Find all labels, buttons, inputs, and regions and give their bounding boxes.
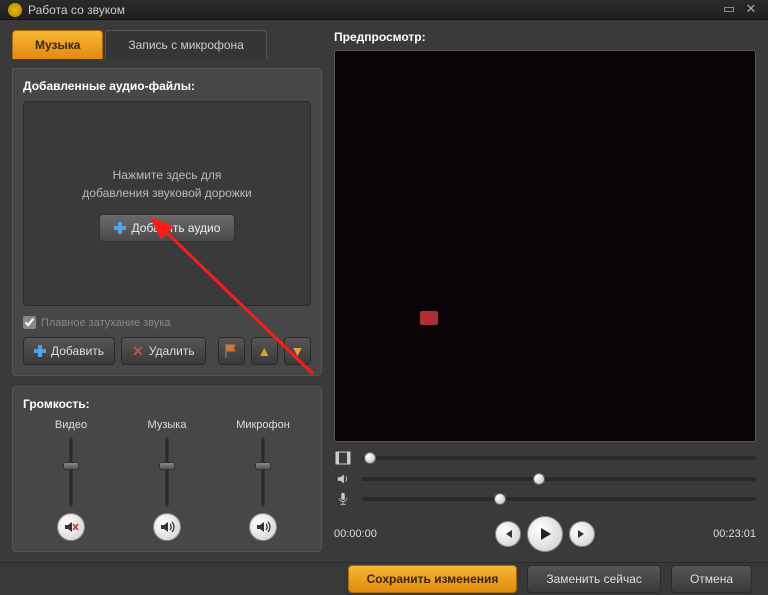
dropzone-hint: Нажмите здесь для добавления звуковой до…	[82, 166, 251, 202]
tab-music[interactable]: Музыка	[12, 30, 103, 59]
plus-icon	[34, 345, 46, 357]
footer: Сохранить изменения Заменить сейчас Отме…	[0, 562, 768, 595]
volume-panel: Громкость: Видео Музыка	[12, 386, 322, 552]
total-time: 00:23:01	[713, 528, 756, 540]
play-icon	[537, 526, 553, 542]
microphone-icon	[334, 492, 352, 506]
add-audio-label: Добавить аудио	[132, 221, 221, 235]
volume-mic-label: Микрофон	[236, 419, 290, 431]
volume-music-label: Музыка	[148, 419, 187, 431]
volume-mic-mute[interactable]	[249, 513, 277, 541]
fade-checkbox-row: Плавное затухание звука	[23, 316, 311, 329]
arrow-up-icon: ▲	[257, 343, 271, 359]
volume-title: Громкость:	[23, 397, 311, 411]
preview-mic-slider[interactable]	[362, 492, 756, 506]
toolbar-add-button[interactable]: Добавить	[23, 337, 115, 365]
speaker-icon	[255, 519, 271, 535]
tabs: Музыка Запись с микрофона	[12, 30, 322, 59]
prev-button[interactable]	[495, 521, 521, 547]
volume-mic-slider[interactable]	[253, 437, 273, 507]
filmstrip-icon	[334, 450, 352, 466]
toolbar-down-button[interactable]: ▼	[284, 337, 311, 365]
files-toolbar: Добавить ✕ Удалить ▲ ▼	[23, 337, 311, 365]
minimize-button[interactable]: ▭	[720, 1, 738, 19]
volume-video-label: Видео	[55, 419, 87, 431]
toolbar-delete-button[interactable]: ✕ Удалить	[121, 337, 206, 365]
flag-icon	[225, 344, 237, 358]
skip-forward-icon	[576, 528, 588, 540]
preview-volume-slider[interactable]	[362, 472, 756, 486]
window-title: Работа со звуком	[28, 3, 716, 17]
titlebar: Работа со звуком ▭ ✕	[0, 0, 768, 20]
preview-title: Предпросмотр:	[334, 30, 756, 44]
preview-viewport	[334, 50, 756, 442]
toolbar-flag-button[interactable]	[218, 337, 245, 365]
skip-back-icon	[502, 528, 514, 540]
files-panel: Добавленные аудио-файлы: Нажмите здесь д…	[12, 68, 322, 376]
speaker-icon	[334, 472, 352, 486]
volume-video-slider[interactable]	[61, 437, 81, 507]
files-panel-title: Добавленные аудио-файлы:	[23, 79, 311, 93]
current-time: 00:00:00	[334, 528, 377, 540]
app-icon	[8, 3, 22, 17]
volume-music-mute[interactable]	[153, 513, 181, 541]
volume-music: Музыка	[127, 419, 207, 541]
save-button[interactable]: Сохранить изменения	[348, 565, 518, 593]
volume-mic: Микрофон	[223, 419, 303, 541]
speaker-icon	[159, 519, 175, 535]
replace-button[interactable]: Заменить сейчас	[527, 565, 661, 593]
tab-microphone[interactable]: Запись с микрофона	[105, 30, 266, 59]
preview-frame-marker	[420, 311, 438, 325]
plus-icon	[114, 222, 126, 234]
volume-music-slider[interactable]	[157, 437, 177, 507]
fade-checkbox[interactable]	[23, 316, 36, 329]
add-audio-button[interactable]: Добавить аудио	[99, 214, 236, 242]
play-button[interactable]	[527, 516, 563, 552]
x-icon: ✕	[132, 343, 144, 360]
toolbar-up-button[interactable]: ▲	[251, 337, 278, 365]
fade-checkbox-label: Плавное затухание звука	[41, 317, 170, 329]
next-button[interactable]	[569, 521, 595, 547]
speaker-muted-icon	[63, 519, 79, 535]
volume-video-mute[interactable]	[57, 513, 85, 541]
volume-video: Видео	[31, 419, 111, 541]
timeline-slider[interactable]	[362, 451, 756, 465]
arrow-down-icon: ▼	[290, 343, 304, 359]
audio-dropzone[interactable]: Нажмите здесь для добавления звуковой до…	[23, 101, 311, 306]
close-button[interactable]: ✕	[742, 1, 760, 19]
cancel-button[interactable]: Отмена	[671, 565, 752, 593]
